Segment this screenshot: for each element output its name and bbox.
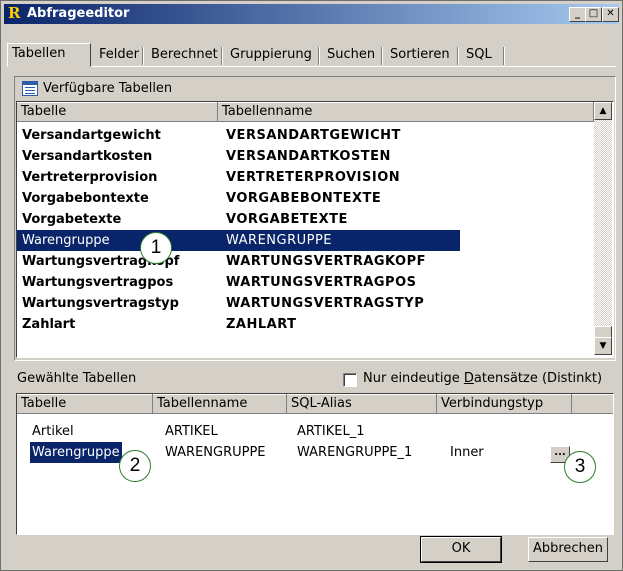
table-row[interactable]: Artikel ARTIKEL ARTIKEL_1 (17, 421, 613, 442)
column-header-tabellenname[interactable]: Tabellenname (218, 102, 594, 122)
column-header-tabelle[interactable]: Tabelle (17, 102, 218, 122)
table-row[interactable]: Warengruppe WARENGRUPPE WARENGRUPPE_1 In… (17, 441, 613, 464)
selected-tables-list[interactable]: Tabelle Tabellenname SQL-Alias Verbindun… (16, 393, 614, 535)
selected-tables-header: Gewählte Tabellen Nur eindeutige Datensä… (16, 368, 613, 390)
column-header-tabelle[interactable]: Tabelle (17, 394, 153, 414)
minimize-button[interactable]: _ (569, 7, 586, 22)
maximize-button[interactable]: □ (585, 7, 602, 22)
table-row-selected[interactable]: Warengruppe WARENGRUPPE (17, 230, 460, 251)
tab-gruppierung[interactable]: Gruppierung (226, 45, 316, 67)
table-row[interactable]: Wartungsvertragpos WARTUNGSVERTRAGPOS (17, 272, 594, 293)
table-grid-icon (22, 81, 38, 96)
tab-suchen[interactable]: Suchen (323, 45, 379, 67)
column-header-verbindungstyp[interactable]: Verbindungstyp (437, 394, 572, 414)
dialog-window: R Abfrageeditor _ □ ✕ Tabellen Felder Be… (0, 0, 623, 571)
callout-marker-1: 1 (140, 232, 172, 264)
available-tables-list[interactable]: Tabelle Tabellenname Versandartgewicht VE… (16, 101, 614, 358)
vertical-scrollbar[interactable]: ▲ ▼ (594, 102, 612, 355)
column-header-sql-alias[interactable]: SQL-Alias (287, 394, 437, 414)
ok-button[interactable]: OK (420, 536, 502, 563)
title-bar[interactable]: R Abfrageeditor _ □ ✕ (4, 4, 619, 24)
distinct-label[interactable]: Nur eindeutige Datensätze (Distinkt) (363, 371, 602, 386)
table-row[interactable]: Zahlart ZAHLART (17, 314, 594, 335)
table-row[interactable]: Vorgabebontexte VORGABEBONTEXTE (17, 188, 594, 209)
scroll-up-icon[interactable]: ▲ (594, 102, 612, 120)
selected-tables-title: Gewählte Tabellen (17, 371, 137, 386)
close-button[interactable]: ✕ (602, 7, 619, 22)
table-row[interactable]: Vertreterprovision VERTRETERPROVISION (17, 167, 594, 188)
available-tables-header: Verfügbare Tabellen (16, 78, 613, 100)
tab-bar: Tabellen Felder Berechnet Gruppierung Su… (7, 43, 618, 67)
available-rows: Versandartgewicht VERSANDARTGEWICHT Versa… (17, 122, 594, 335)
app-icon: R (8, 4, 21, 22)
tab-berechnet[interactable]: Berechnet (147, 45, 222, 67)
window-title: Abfrageeditor (27, 6, 130, 21)
tab-sortieren[interactable]: Sortieren (386, 45, 454, 67)
tab-felder[interactable]: Felder (95, 45, 143, 67)
cancel-button[interactable]: Abbrechen (528, 537, 608, 562)
tab-sql[interactable]: SQL (462, 45, 496, 67)
distinct-checkbox[interactable] (343, 373, 357, 387)
available-tables-title: Verfügbare Tabellen (43, 81, 173, 96)
table-row[interactable]: Vorgabetexte VORGABETEXTE (17, 209, 594, 230)
table-row[interactable]: Versandartgewicht VERSANDARTGEWICHT (17, 125, 594, 146)
column-header-tabellenname[interactable]: Tabellenname (153, 394, 287, 414)
scroll-down-icon[interactable]: ▼ (594, 337, 612, 355)
callout-marker-3: 3 (564, 451, 596, 483)
table-row[interactable]: Wartungsvertragkopf WARTUNGSVERTRAGKOPF (17, 251, 594, 272)
callout-marker-2: 2 (119, 450, 151, 482)
table-row[interactable]: Versandartkosten VERSANDARTKOSTEN (17, 146, 594, 167)
table-row[interactable]: Wartungsvertragstyp WARTUNGSVERTRAGSTYP (17, 293, 594, 314)
tab-tabellen[interactable]: Tabellen (7, 43, 91, 67)
